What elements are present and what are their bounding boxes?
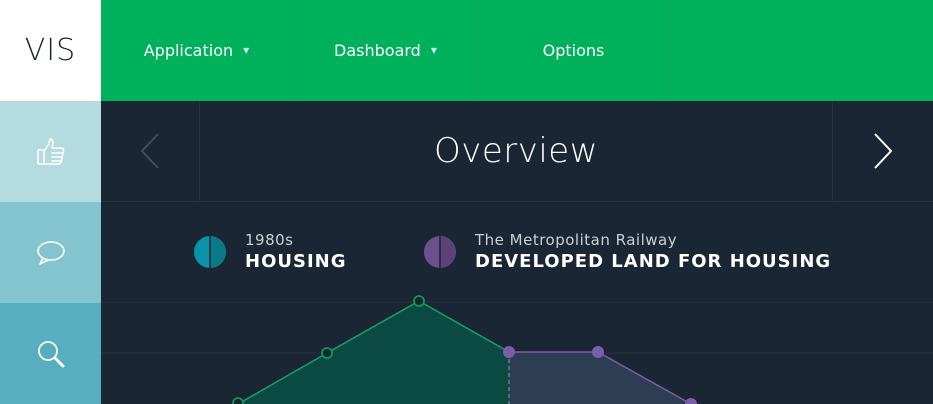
railway-point: [685, 398, 697, 404]
chevron-left-icon: [140, 133, 159, 169]
legend-item-railway[interactable]: The Metropolitan Railway DEVELOPED LAND …: [424, 230, 831, 274]
legend-title: HOUSING: [245, 251, 347, 272]
nav-dashboard-label: Dashboard: [334, 41, 421, 60]
sidebar-item-like[interactable]: [0, 101, 101, 202]
sidebar-item-comments[interactable]: [0, 202, 101, 303]
caret-down-icon: ▼: [430, 46, 437, 55]
nav-application-label: Application: [143, 41, 234, 60]
sidebar: [0, 101, 101, 404]
legend-subtitle: The Metropolitan Railway: [475, 231, 678, 249]
chevron-right-icon: [874, 133, 893, 169]
legend-subtitle: 1980s: [245, 231, 294, 249]
page-title: Overview: [433, 131, 599, 171]
overview-header: Overview: [101, 101, 933, 202]
next-button[interactable]: [832, 101, 933, 201]
railway-point: [592, 346, 604, 358]
sidebar-item-search[interactable]: [0, 303, 101, 404]
housing-point: [232, 397, 244, 404]
legend-title: DEVELOPED LAND FOR HOUSING: [475, 251, 832, 272]
legend-item-housing[interactable]: 1980s HOUSING: [194, 230, 346, 274]
app-logo[interactable]: VIS: [0, 0, 101, 101]
railway-point: [503, 346, 515, 358]
housing-point: [321, 347, 333, 359]
railway-area: [509, 352, 691, 404]
search-icon: [37, 340, 64, 367]
half-circle-icon: [424, 236, 456, 268]
caret-down-icon: ▼: [243, 46, 250, 55]
chart-legend: 1980s HOUSING The Metropolitan Railway D…: [101, 230, 933, 280]
nav-options-label: Options: [542, 41, 605, 60]
nav-application[interactable]: Application ▼: [101, 0, 293, 101]
prev-button[interactable]: [101, 101, 200, 201]
nav-dashboard[interactable]: Dashboard ▼: [293, 0, 479, 101]
housing-point: [413, 295, 425, 307]
speech-bubble-icon: [36, 240, 65, 265]
thumbs-up-icon: [36, 137, 64, 165]
nav-options[interactable]: Options: [479, 0, 669, 101]
half-circle-icon: [194, 236, 226, 268]
top-navigation: Application ▼ Dashboard ▼ Options: [101, 0, 933, 101]
